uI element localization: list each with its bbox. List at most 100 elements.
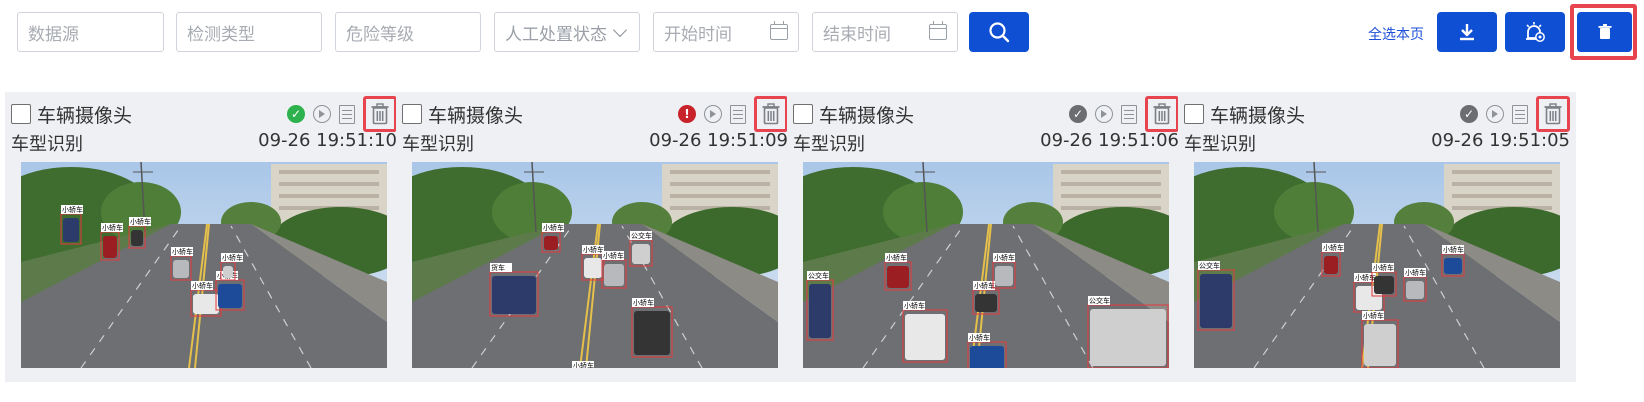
detection-snapshot[interactable]: 公交车 小轿车 小轿车 小轿车 小轿车 小轿车 公交车 [803,162,1169,368]
detection-label: 小轿车 [1363,311,1384,320]
detection-label: 小轿车 [102,223,123,232]
detection-type: 车型识别 [1184,134,1256,155]
download-button[interactable] [1437,12,1497,52]
detection-box: 小轿车 [1441,245,1465,277]
filter-toolbar: 数据源 检测类型 危险等级 人工处置状态 开始时间 结束时间 全选本页 [0,0,1644,70]
detection-box: 小轿车 [581,245,605,281]
play-icon[interactable] [1095,105,1113,123]
detection-label: 公交车 [808,271,829,280]
detection-label: 小轿车 [886,253,907,262]
detection-label: 小轿车 [573,361,594,368]
risk-level-placeholder: 危险等级 [346,24,414,45]
play-icon[interactable] [1486,105,1504,123]
alarm-handle-icon [1526,22,1545,42]
card-header: 车辆摄像头 ✓ [793,96,1179,132]
camera-name: 车辆摄像头 [37,104,133,127]
manual-status-select[interactable]: 人工处置状态 [494,12,640,52]
document-icon[interactable] [339,104,355,124]
document-icon[interactable] [1121,104,1137,124]
detection-label: 小轿车 [1373,263,1394,272]
card-checkbox[interactable] [1184,104,1204,124]
search-button[interactable] [969,12,1029,52]
camera-name: 车辆摄像头 [1210,104,1306,127]
detection-snapshot[interactable]: 公交车 小轿车 小轿车 小轿车 小轿车 小轿车 小轿车 [1194,162,1560,368]
card-checkbox[interactable] [402,104,422,124]
calendar-icon [770,21,788,40]
start-time-field[interactable]: 开始时间 [653,12,799,52]
search-icon [989,22,1010,43]
detection-type: 车型识别 [11,134,83,155]
select-all-link[interactable]: 全选本页 [1368,24,1424,44]
detection-label: 小轿车 [192,281,213,290]
data-source-field[interactable]: 数据源 [17,12,164,52]
manual-status-label: 人工处置状态 [505,24,607,45]
detection-snapshot[interactable]: 货车 小轿车 小轿车 小轿车 小轿车 小轿车 公交车 [412,162,778,368]
detection-label: 小轿车 [543,223,564,232]
trash-icon [1153,103,1171,125]
detection-box: 小轿车 [1361,311,1399,368]
detection-time: 09-26 19:51:05 [1431,130,1570,151]
detection-label: 小轿车 [172,247,193,256]
document-icon[interactable] [1512,104,1528,124]
trash-icon [1598,24,1611,39]
detect-type-field[interactable]: 检测类型 [176,12,322,52]
end-time-field[interactable]: 结束时间 [812,12,958,52]
detection-label: 公交车 [1199,261,1220,270]
detection-box: 公交车 [629,231,653,267]
detection-card[interactable]: 车辆摄像头 ✓ 车型识别 09-26 19:51:10 小轿车 小轿车 小轿车 … [5,92,403,382]
play-icon[interactable] [704,105,722,123]
card-header: 车辆摄像头 ✓ [1184,96,1570,132]
detection-type: 车型识别 [402,134,474,155]
detection-box: 小轿车 [1403,268,1427,302]
detection-label: 小轿车 [603,251,624,260]
data-source-placeholder: 数据源 [28,24,79,45]
card-delete-button[interactable] [1145,96,1179,132]
trash-icon [762,103,780,125]
detection-card[interactable]: 车辆摄像头 ✓ 车型识别 09-26 19:51:06 公交车 小轿车 小轿车 … [787,92,1185,382]
card-delete-button[interactable] [1536,96,1570,132]
detection-label: 小轿车 [1323,243,1344,252]
bulk-handle-button[interactable] [1505,12,1565,52]
detection-label: 公交车 [1089,296,1110,305]
start-time-placeholder: 开始时间 [664,24,732,45]
detection-box: 小轿车 [902,301,948,363]
traffic-scene-image: 公交车小轿车小轿车小轿车小轿车小轿车公交车 [803,162,1169,368]
calendar-icon [929,21,947,40]
detection-label: 小轿车 [1443,245,1464,254]
play-icon[interactable] [313,105,331,123]
detection-label: 小轿车 [130,217,151,226]
camera-name: 车辆摄像头 [428,104,524,127]
card-subtitle: 车型识别 09-26 19:51:05 [1184,130,1570,155]
detection-card[interactable]: 车辆摄像头 ! 车型识别 09-26 19:51:09 货车 小轿车 小轿车 小… [396,92,794,382]
end-time-placeholder: 结束时间 [823,24,891,45]
detection-box: 小轿车 [992,253,1016,289]
card-header: 车辆摄像头 ✓ [11,96,397,132]
traffic-scene-image: 公交车小轿车小轿车小轿车小轿车小轿车小轿车 [1194,162,1560,368]
risk-level-field[interactable]: 危险等级 [335,12,481,52]
detection-label: 小轿车 [904,301,925,310]
trash-icon [1544,103,1562,125]
document-icon[interactable] [730,104,746,124]
detection-snapshot[interactable]: 小轿车小轿车小轿车小轿车小轿车小轿车小轿车 [21,162,387,368]
detection-label: 小轿车 [633,298,654,307]
card-subtitle: 车型识别 09-26 19:51:10 [11,130,397,155]
detection-label: 小轿车 [62,205,83,214]
card-checkbox[interactable] [11,104,31,124]
detection-label: 小轿车 [994,253,1015,262]
detection-label: 货车 [491,263,505,272]
detection-label: 公交车 [631,231,652,240]
card-delete-button[interactable] [363,96,397,132]
done-icon: ✓ [1460,105,1478,123]
trash-icon [371,103,389,125]
detection-label: 小轿车 [974,281,995,290]
chevron-down-icon [612,22,628,37]
bulk-delete-button[interactable] [1577,12,1632,52]
card-checkbox[interactable] [793,104,813,124]
detection-label: 小轿车 [222,253,243,262]
detection-time: 09-26 19:51:09 [649,130,788,151]
detection-card[interactable]: 车辆摄像头 ✓ 车型识别 09-26 19:51:05 公交车 小轿车 小轿车 … [1178,92,1576,382]
traffic-scene-image: 货车小轿车小轿车小轿车小轿车小轿车公交车 [412,162,778,368]
card-subtitle: 车型识别 09-26 19:51:09 [402,130,788,155]
warning-icon: ! [678,105,696,123]
card-delete-button[interactable] [754,96,788,132]
